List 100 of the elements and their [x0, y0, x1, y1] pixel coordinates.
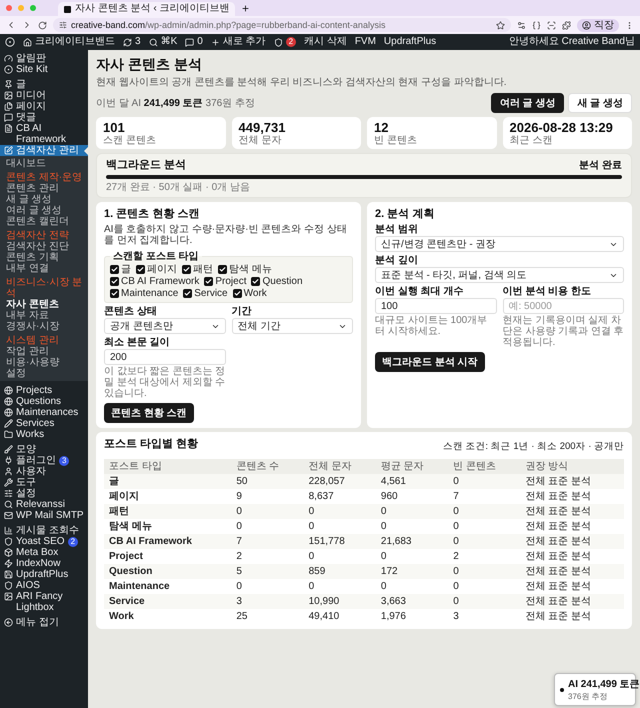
checkbox[interactable] — [183, 289, 192, 298]
submenu-item[interactable]: 여러 글 생성 — [0, 205, 88, 216]
post-type-checkbox[interactable]: 글 — [110, 264, 131, 275]
submenu-item[interactable]: 설정 — [0, 368, 88, 379]
checkbox[interactable] — [110, 277, 119, 286]
bookmark-star-icon[interactable] — [496, 20, 505, 30]
greeting-link[interactable]: 안녕하세요 Creative Band님 — [508, 34, 635, 50]
sidebar-item[interactable]: Relevanssi — [0, 499, 88, 510]
checkbox[interactable] — [251, 277, 260, 286]
sidebar-item[interactable]: Yoast SEO 2 — [0, 536, 88, 547]
new-content-link[interactable]: 새로 추가 — [210, 34, 266, 50]
select-field[interactable]: 전체 기간 — [232, 318, 353, 334]
sidebar-item[interactable]: IndexNow — [0, 558, 88, 569]
new-tab-icon[interactable] — [241, 4, 250, 12]
post-type-checkbox[interactable]: 페이지 — [136, 264, 177, 275]
site-name-link[interactable]: 크리에이티브밴드 — [23, 34, 115, 50]
start-analysis-button[interactable]: 백그라운드 분석 시작 — [375, 352, 485, 372]
checkbox[interactable] — [110, 289, 119, 298]
puzzle-icon[interactable] — [562, 20, 571, 30]
checkbox[interactable] — [136, 265, 145, 274]
column-header: 콘텐츠 수 — [231, 459, 304, 474]
sidebar-item[interactable]: Site Kit — [0, 64, 88, 75]
sidebar-item[interactable]: CB AI Framework — [0, 123, 88, 145]
checkbox[interactable] — [218, 265, 227, 274]
sidebar-item[interactable]: AIOS — [0, 580, 88, 591]
select-field[interactable]: 신규/변경 콘텐츠만 - 권장 — [375, 236, 624, 252]
sidebar-item[interactable]: 사용자 — [0, 466, 88, 477]
profile-button[interactable]: 직장 — [577, 18, 619, 32]
post-type-checkbox[interactable]: Maintenance — [110, 288, 178, 299]
submenu-item[interactable]: 작업 관리 — [0, 346, 88, 357]
sidebar-item[interactable]: Maintenances — [0, 407, 88, 418]
browser-tab[interactable]: 자사 콘텐츠 분석 ‹ 크리에이티브밴 — [58, 2, 236, 16]
sidebar-item[interactable]: 설정 — [0, 488, 88, 499]
sidebar-item[interactable]: 도구 — [0, 477, 88, 488]
submenu-item[interactable]: 콘텐츠 캘린더 — [0, 216, 88, 227]
sidebar-item[interactable]: 게시물 조회수 — [0, 525, 88, 536]
post-type-checkbox[interactable]: CB AI Framework — [110, 276, 200, 287]
input-field[interactable]: 예: 50000 — [502, 298, 624, 314]
sidebar-item[interactable]: 글 — [0, 79, 88, 90]
toolbar-link[interactable]: FVM — [354, 34, 376, 50]
toolbar-link[interactable]: 캐시 삭제 — [304, 34, 347, 50]
sidebar-item[interactable]: Services — [0, 418, 88, 429]
submenu-item[interactable]: 경쟁사·시장 — [0, 321, 88, 332]
card-title: 2. 분석 계획 — [375, 207, 436, 221]
post-type-checkbox[interactable]: Work — [232, 288, 267, 299]
submenu-item[interactable]: 내부 자료 — [0, 310, 88, 321]
input-field[interactable]: 200 — [104, 349, 226, 365]
action-button[interactable]: 새 글 생성 — [568, 93, 632, 113]
sidebar-item[interactable]: 알림판 — [0, 53, 88, 64]
toolbar-link[interactable]: UpdraftPlus — [384, 34, 436, 50]
submenu-item[interactable]: 비용·사용량 — [0, 357, 88, 368]
sidebar-item[interactable]: ARI Fancy Lightbox — [0, 591, 88, 613]
comments-link[interactable]: 0 — [185, 34, 203, 50]
submenu-item[interactable]: 새 글 생성 — [0, 194, 88, 205]
scan-icon[interactable] — [547, 20, 556, 30]
post-type-checkbox[interactable]: Project — [204, 276, 246, 287]
submenu-item[interactable]: 내부 연결 — [0, 263, 88, 274]
post-type-checkbox[interactable]: Question — [251, 276, 303, 287]
checkbox[interactable] — [232, 289, 242, 298]
braces-icon[interactable] — [532, 20, 541, 30]
sidebar-item[interactable]: 모양 — [0, 444, 88, 455]
sidebar-item[interactable]: Projects — [0, 385, 88, 396]
sidebar-item[interactable]: 미디어 — [0, 90, 88, 101]
post-type-checkbox[interactable]: 탐색 메뉴 — [218, 264, 272, 275]
post-type-checkbox[interactable]: 패턴 — [182, 264, 213, 275]
select-field[interactable]: 공개 콘텐츠만 — [104, 318, 226, 334]
action-button[interactable]: 여러 글 생성 — [490, 93, 564, 113]
sidebar-item[interactable]: 검색자산 관리 — [0, 145, 88, 156]
updates-link[interactable]: 3 — [123, 34, 141, 50]
search-link[interactable]: ⌘K — [148, 34, 178, 50]
submenu-item[interactable]: 자사 콘텐츠 — [0, 299, 88, 310]
sidebar-item[interactable]: 페이지 — [0, 101, 88, 112]
sidebar-item[interactable]: Questions — [0, 396, 88, 407]
search-icon — [148, 38, 158, 46]
submenu-item[interactable]: 콘텐츠 관리 — [0, 183, 88, 194]
table-cell: 전체 표준 분석 — [520, 489, 624, 504]
reload-icon[interactable] — [38, 20, 47, 30]
avatar-icon — [582, 20, 591, 30]
checkbox[interactable] — [204, 277, 214, 286]
checkbox[interactable] — [182, 265, 191, 274]
brush-icon — [4, 445, 13, 454]
collapse-menu-button[interactable]: 메뉴 접기 — [0, 617, 88, 628]
post-type-checkbox[interactable]: Service — [183, 288, 228, 299]
submenu-item[interactable]: 콘텐츠 기획 — [0, 252, 88, 263]
sidebar-item[interactable]: Works — [0, 429, 88, 440]
sidebar-item[interactable]: UpdraftPlus — [0, 569, 88, 580]
seo-link[interactable]: 2 — [274, 37, 296, 47]
sidebar-item[interactable]: 댓글 — [0, 112, 88, 123]
pencil-icon — [4, 419, 13, 428]
scan-button[interactable]: 콘텐츠 현황 스캔 — [104, 403, 194, 423]
submenu-item[interactable]: 대시보드 — [0, 158, 88, 169]
sidebar-item[interactable]: 플러그인 3 — [0, 455, 88, 466]
input-field[interactable]: 100 — [375, 298, 496, 314]
address-bar[interactable]: creative-band.com/wp-admin/admin.php?page=rubberband-ai-content-analysis — [53, 18, 511, 32]
sidebar-item[interactable]: Meta Box — [0, 547, 88, 558]
select-field[interactable]: 표준 분석 - 타깃, 퍼널, 검색 의도 — [375, 267, 624, 283]
submenu-item[interactable]: 검색자산 진단 — [0, 241, 88, 252]
checkbox[interactable] — [110, 265, 119, 274]
table-cell: 0 — [304, 549, 376, 564]
sidebar-item[interactable]: WP Mail SMTP — [0, 510, 88, 521]
